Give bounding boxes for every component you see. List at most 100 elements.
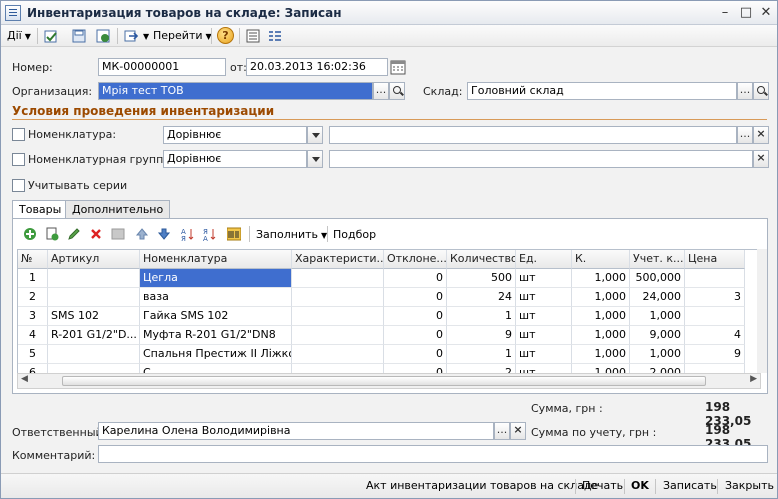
fill-menu[interactable]: Заполнить ▼ [256, 228, 327, 241]
ok-button[interactable]: OK [631, 479, 649, 492]
select-button[interactable]: Подбор [333, 228, 376, 241]
nomenclature-group-clear-icon[interactable]: × [753, 150, 769, 168]
cell-accounting-quantity[interactable]: 500,000 [630, 269, 685, 288]
sort-ascending-icon[interactable]: A Я [181, 227, 195, 241]
print-act-button[interactable]: Акт инвентаризации товаров на складе [366, 479, 598, 492]
cell-price[interactable]: 3 [685, 288, 745, 307]
table-horizontal-scrollbar[interactable]: ◀ ▶ [17, 373, 761, 389]
number-field[interactable]: МК-00000001 [98, 58, 226, 76]
barcode-icon[interactable] [227, 227, 241, 241]
cell-accounting-quantity[interactable]: 9,000 [630, 326, 685, 345]
close-icon[interactable]: ✕ [758, 5, 774, 21]
cell-coefficient[interactable]: 1,000 [572, 288, 630, 307]
nomenclature-group-checkbox[interactable] [12, 153, 25, 166]
cell-nomenclature[interactable]: Гайка SMS 102 [140, 307, 292, 326]
save-icon[interactable] [71, 28, 87, 44]
cell-article[interactable] [48, 269, 140, 288]
cell-deviation[interactable]: 0 [384, 326, 447, 345]
maximize-icon[interactable]: □ [738, 5, 754, 21]
end-edit-icon[interactable] [111, 227, 125, 241]
warehouse-choose-button[interactable]: ... [737, 82, 753, 100]
cell-deviation[interactable]: 0 [384, 288, 447, 307]
cell-unit[interactable]: шт [516, 307, 572, 326]
tab-goods[interactable]: Товары [12, 200, 69, 219]
close-button[interactable]: Закрыть [725, 479, 774, 492]
cell-price[interactable]: 4 [685, 326, 745, 345]
cell-deviation[interactable]: 0 [384, 345, 447, 364]
responsible-choose-button[interactable]: ... [494, 422, 510, 440]
nomenclature-checkbox[interactable] [12, 128, 25, 141]
series-checkbox[interactable] [12, 179, 25, 192]
organization-choose-button[interactable]: ... [373, 82, 389, 100]
cell-quantity[interactable]: 500 [447, 269, 516, 288]
table-row[interactable]: 5 Спальня Престиж II Ліжко... 0 1 шт 1,000 1,0… [18, 345, 760, 364]
comment-field[interactable] [98, 445, 768, 463]
cell-characteristic[interactable] [292, 345, 384, 364]
sort-descending-icon[interactable]: Я A [203, 227, 217, 241]
cell-unit[interactable]: шт [516, 288, 572, 307]
column-header-coefficient[interactable]: К. [572, 250, 630, 269]
warehouse-open-icon[interactable] [753, 82, 769, 100]
minimize-icon[interactable]: – [717, 5, 733, 21]
tab-additional[interactable]: Дополнительно [65, 200, 171, 218]
scroll-thumb[interactable] [62, 376, 706, 386]
nomenclature-group-value-field[interactable] [329, 150, 753, 168]
organization-open-icon[interactable] [389, 82, 405, 100]
move-down-icon[interactable] [157, 227, 171, 241]
cell-quantity[interactable]: 24 [447, 288, 516, 307]
scroll-left-icon[interactable]: ◀ [21, 374, 28, 384]
goto-menu[interactable]: Перейти ▼ [153, 27, 212, 45]
cell-coefficient[interactable]: 1,000 [572, 269, 630, 288]
help-icon[interactable]: ? [217, 27, 234, 44]
cell-number[interactable]: 3 [18, 307, 48, 326]
cell-coefficient[interactable]: 1,000 [572, 307, 630, 326]
cell-quantity[interactable]: 1 [447, 307, 516, 326]
cell-article[interactable] [48, 345, 140, 364]
group-condition-select[interactable]: Дорівнює [163, 150, 307, 168]
cell-accounting-quantity[interactable]: 24,000 [630, 288, 685, 307]
post-icon[interactable] [95, 28, 111, 44]
table-row[interactable]: 4 R-201 G1/2"D... Муфта R-201 G1/2"DN8 0 9 шт… [18, 326, 760, 345]
nomenclature-choose-button[interactable]: ... [737, 126, 753, 144]
cell-unit[interactable]: шт [516, 345, 572, 364]
warehouse-field[interactable]: Головний склад [467, 82, 737, 100]
cell-price[interactable] [685, 269, 745, 288]
cell-characteristic[interactable] [292, 307, 384, 326]
based-on-dropdown[interactable]: ▼ [143, 28, 149, 46]
responsible-field[interactable]: Карелина Олена Володимирівна [98, 422, 494, 440]
cell-number[interactable]: 5 [18, 345, 48, 364]
structure-icon[interactable] [245, 28, 261, 44]
cell-price[interactable]: 9 [685, 345, 745, 364]
column-header-deviation[interactable]: Отклоне... [384, 250, 447, 269]
move-up-icon[interactable] [135, 227, 149, 241]
cell-number[interactable]: 4 [18, 326, 48, 345]
column-header-article[interactable]: Артикул [48, 250, 140, 269]
cell-unit[interactable]: шт [516, 269, 572, 288]
delete-row-icon[interactable] [89, 227, 103, 241]
column-header-accounting-quantity[interactable]: Учет. к... [630, 250, 685, 269]
cell-article[interactable]: R-201 G1/2"D... [48, 326, 140, 345]
cell-number[interactable]: 1 [18, 269, 48, 288]
cell-accounting-quantity[interactable]: 1,000 [630, 345, 685, 364]
calendar-icon[interactable] [390, 59, 406, 75]
cell-deviation[interactable]: 0 [384, 269, 447, 288]
nomenclature-condition-dropdown-icon[interactable] [307, 126, 323, 144]
add-row-icon[interactable] [23, 227, 37, 241]
table-row[interactable]: 1 Цегла 0 500 шт 1,000 500,000 [18, 269, 760, 288]
date-field[interactable]: 20.03.2013 16:02:36 [246, 58, 388, 76]
nomenclature-value-field[interactable] [329, 126, 737, 144]
post-and-close-icon[interactable] [43, 28, 59, 44]
column-header-price[interactable]: Цена [685, 250, 745, 269]
cell-nomenclature[interactable]: Спальня Престиж II Ліжко... [140, 345, 292, 364]
cell-price[interactable] [685, 307, 745, 326]
group-condition-dropdown-icon[interactable] [307, 150, 323, 168]
cell-number[interactable]: 2 [18, 288, 48, 307]
cell-article[interactable]: SMS 102 [48, 307, 140, 326]
column-header-unit[interactable]: Ед. [516, 250, 572, 269]
cell-coefficient[interactable]: 1,000 [572, 326, 630, 345]
responsible-clear-icon[interactable]: × [510, 422, 526, 440]
column-header-characteristic[interactable]: Характеристи... [292, 250, 384, 269]
edit-row-icon[interactable] [67, 227, 81, 241]
cell-accounting-quantity[interactable]: 1,000 [630, 307, 685, 326]
based-on-icon[interactable] [123, 28, 139, 44]
